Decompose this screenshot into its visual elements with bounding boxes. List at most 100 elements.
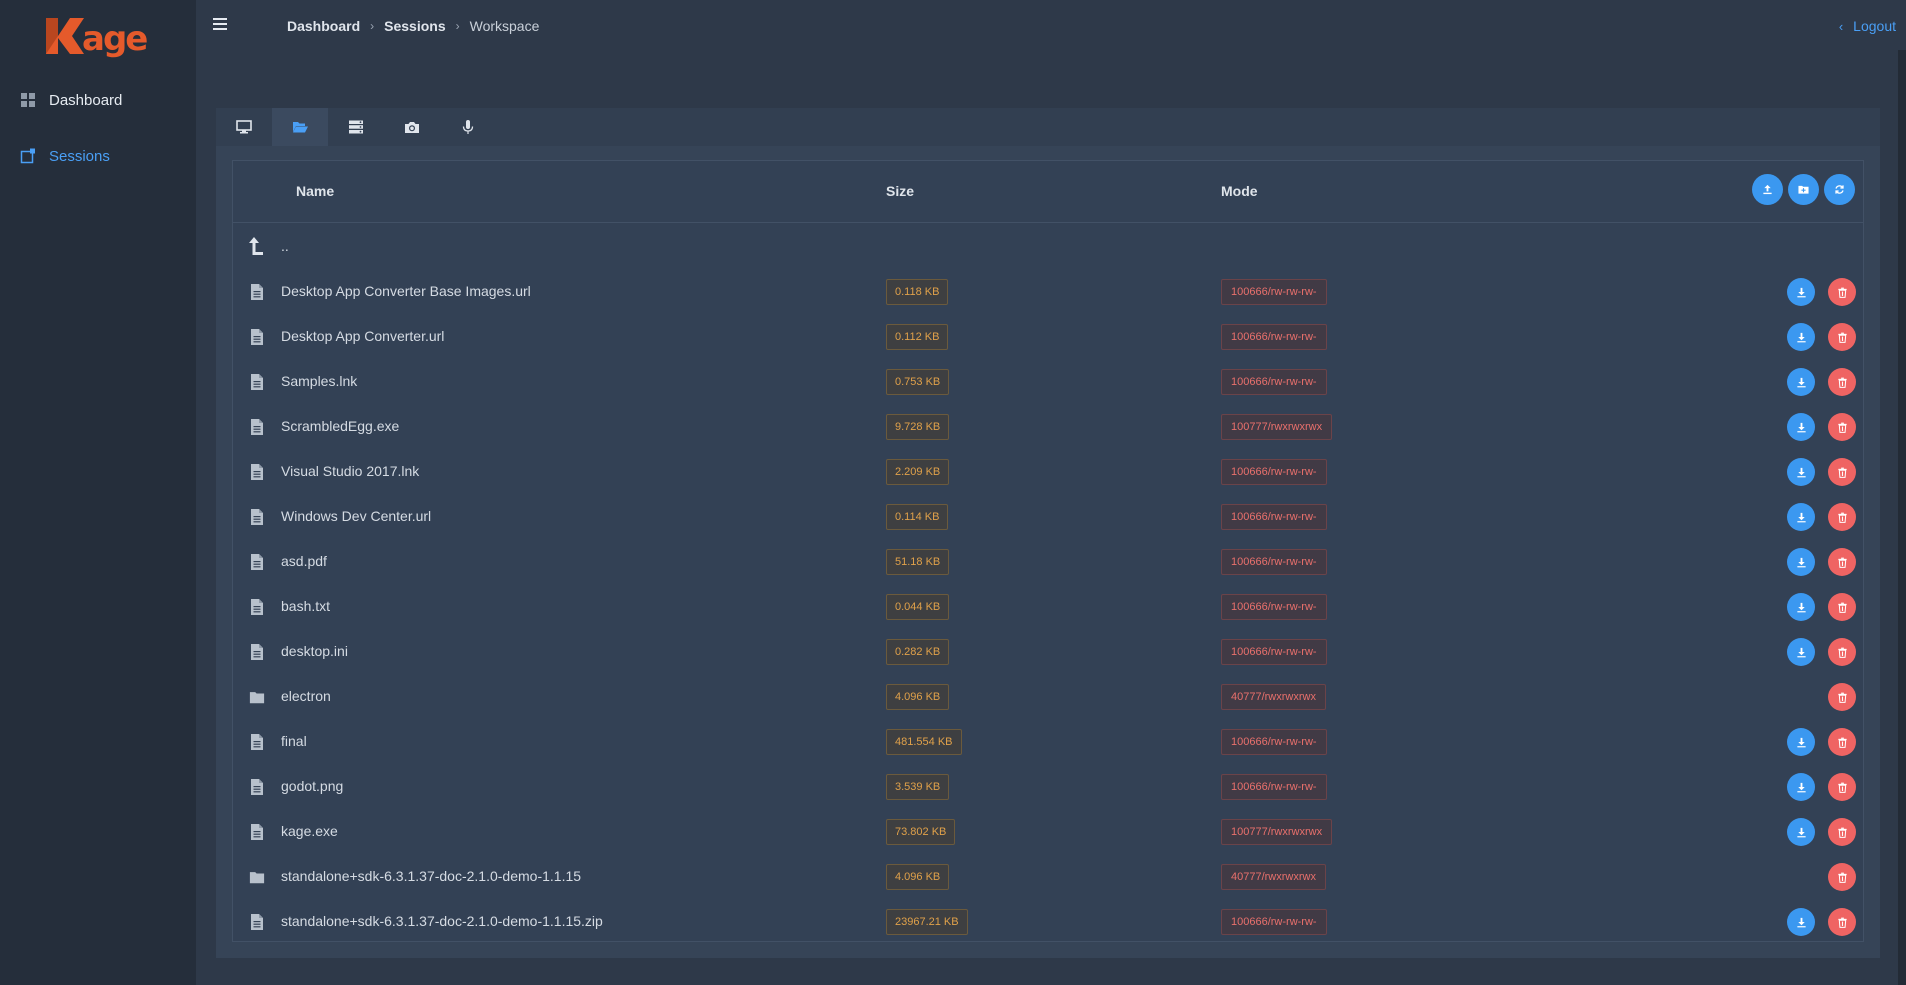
breadcrumb-sessions[interactable]: Sessions: [384, 18, 445, 34]
delete-button[interactable]: [1828, 728, 1856, 756]
table-row[interactable]: standalone+sdk-6.3.1.37-doc-2.1.0-demo-1…: [233, 899, 1863, 944]
size-badge: 4.096 KB: [886, 684, 950, 710]
file-name[interactable]: Samples.lnk: [281, 373, 357, 389]
table-row[interactable]: ScrambledEgg.exe 9.728 KB 100777/rwxrwxrwx: [233, 404, 1863, 449]
trash-icon: [1837, 872, 1847, 883]
file-name[interactable]: Desktop App Converter Base Images.url: [281, 283, 531, 299]
delete-button[interactable]: [1828, 908, 1856, 936]
refresh-icon: [1835, 185, 1844, 194]
kage-logo[interactable]: age: [44, 14, 150, 59]
delete-button[interactable]: [1828, 548, 1856, 576]
breadcrumb-dashboard[interactable]: Dashboard: [287, 18, 360, 34]
file-name[interactable]: asd.pdf: [281, 553, 327, 569]
download-button[interactable]: [1787, 413, 1815, 441]
file-name[interactable]: standalone+sdk-6.3.1.37-doc-2.1.0-demo-1…: [281, 868, 581, 884]
upload-button[interactable]: [1752, 174, 1783, 205]
table-row[interactable]: Windows Dev Center.url 0.114 KB 100666/rw-…: [233, 494, 1863, 539]
refresh-button[interactable]: [1824, 174, 1855, 205]
trash-icon: [1837, 737, 1847, 748]
delete-button[interactable]: [1828, 638, 1856, 666]
logo-mark: age: [46, 18, 149, 59]
workspace-tabs: [216, 108, 1880, 146]
column-header-mode[interactable]: Mode: [1221, 183, 1258, 199]
table-row[interactable]: Desktop App Converter.url 0.112 KB 100666/…: [233, 314, 1863, 359]
sidebar-item-dashboard[interactable]: Dashboard: [0, 80, 196, 120]
tab-processes[interactable]: [328, 108, 384, 146]
file-name[interactable]: desktop.ini: [281, 643, 348, 659]
svg-text:age: age: [82, 19, 147, 58]
folder-icon: [249, 692, 265, 704]
delete-button[interactable]: [1828, 503, 1856, 531]
table-row[interactable]: kage.exe 73.802 KB 100777/rwxrwxrwx: [233, 809, 1863, 854]
file-table: Name Size Mode .. Desktop App Converter …: [232, 160, 1864, 942]
size-badge: 23967.21 KB: [886, 909, 968, 935]
table-row[interactable]: godot.png 3.539 KB 100666/rw-rw-rw-: [233, 764, 1863, 809]
monitor-icon: [236, 120, 252, 134]
trash-icon: [1837, 827, 1847, 838]
download-button[interactable]: [1787, 593, 1815, 621]
file-icon: [251, 419, 263, 435]
table-row[interactable]: Visual Studio 2017.lnk 2.209 KB 100666/rw-…: [233, 449, 1863, 494]
download-button[interactable]: [1787, 323, 1815, 351]
delete-button[interactable]: [1828, 773, 1856, 801]
delete-button[interactable]: [1828, 863, 1856, 891]
download-button[interactable]: [1787, 773, 1815, 801]
download-button[interactable]: [1787, 458, 1815, 486]
server-icon: [349, 120, 363, 134]
table-row[interactable]: Samples.lnk 0.753 KB 100666/rw-rw-rw-: [233, 359, 1863, 404]
tab-screen[interactable]: [216, 108, 272, 146]
table-row[interactable]: bash.txt 0.044 KB 100666/rw-rw-rw-: [233, 584, 1863, 629]
delete-button[interactable]: [1828, 593, 1856, 621]
delete-button[interactable]: [1828, 413, 1856, 441]
file-name[interactable]: Windows Dev Center.url: [281, 508, 431, 524]
delete-button[interactable]: [1828, 818, 1856, 846]
file-name[interactable]: Desktop App Converter.url: [281, 328, 444, 344]
table-row[interactable]: asd.pdf 51.18 KB 100666/rw-rw-rw-: [233, 539, 1863, 584]
new-folder-button[interactable]: [1788, 174, 1819, 205]
delete-button[interactable]: [1828, 368, 1856, 396]
tab-files[interactable]: [272, 108, 328, 146]
file-icon: [251, 914, 263, 930]
logout-label: Logout: [1853, 18, 1896, 34]
table-row[interactable]: desktop.ini 0.282 KB 100666/rw-rw-rw-: [233, 629, 1863, 674]
tab-camera[interactable]: [384, 108, 440, 146]
download-button[interactable]: [1787, 908, 1815, 936]
file-name[interactable]: standalone+sdk-6.3.1.37-doc-2.1.0-demo-1…: [281, 913, 603, 929]
download-icon: [1796, 467, 1806, 477]
delete-button[interactable]: [1828, 278, 1856, 306]
tab-microphone[interactable]: [440, 108, 496, 146]
download-button[interactable]: [1787, 503, 1815, 531]
download-button[interactable]: [1787, 548, 1815, 576]
file-name[interactable]: bash.txt: [281, 598, 330, 614]
size-badge: 9.728 KB: [886, 414, 950, 440]
table-row[interactable]: standalone+sdk-6.3.1.37-doc-2.1.0-demo-1…: [233, 854, 1863, 899]
download-button[interactable]: [1787, 278, 1815, 306]
vertical-scrollbar[interactable]: [1898, 50, 1906, 985]
table-row[interactable]: Desktop App Converter Base Images.url 0.1…: [233, 269, 1863, 314]
logout-button[interactable]: ‹ Logout: [1839, 18, 1896, 34]
file-name[interactable]: final: [281, 733, 307, 749]
download-button[interactable]: [1787, 818, 1815, 846]
column-header-name[interactable]: Name: [296, 183, 334, 199]
sidebar-item-sessions[interactable]: Sessions: [0, 136, 196, 176]
delete-button[interactable]: [1828, 323, 1856, 351]
column-header-size[interactable]: Size: [886, 183, 914, 199]
delete-button[interactable]: [1828, 683, 1856, 711]
menu-toggle-icon[interactable]: [210, 16, 230, 34]
parent-directory-row[interactable]: ..: [233, 224, 1863, 269]
file-name[interactable]: kage.exe: [281, 823, 338, 839]
delete-button[interactable]: [1828, 458, 1856, 486]
file-name[interactable]: godot.png: [281, 778, 343, 794]
download-button[interactable]: [1787, 368, 1815, 396]
sidebar-item-label: Dashboard: [49, 91, 123, 109]
size-badge: 2.209 KB: [886, 459, 950, 485]
table-row[interactable]: final 481.554 KB 100666/rw-rw-rw-: [233, 719, 1863, 764]
table-row[interactable]: electron 4.096 KB 40777/rwxrwxrwx: [233, 674, 1863, 719]
file-name[interactable]: Visual Studio 2017.lnk: [281, 463, 419, 479]
download-button[interactable]: [1787, 638, 1815, 666]
file-name[interactable]: electron: [281, 688, 331, 704]
size-badge: 51.18 KB: [886, 549, 950, 575]
size-badge: 3.539 KB: [886, 774, 950, 800]
download-button[interactable]: [1787, 728, 1815, 756]
file-name[interactable]: ScrambledEgg.exe: [281, 418, 399, 434]
